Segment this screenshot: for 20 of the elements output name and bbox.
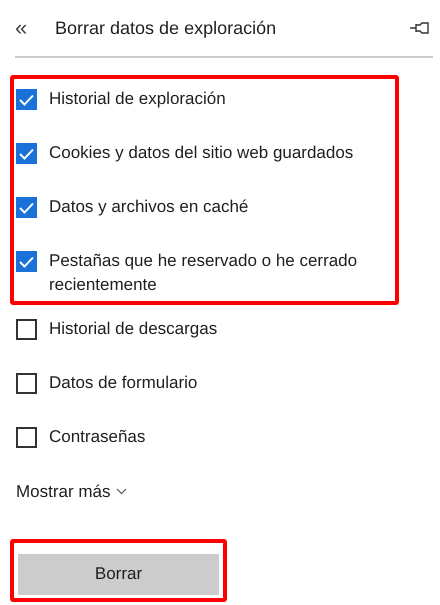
- option-label: Pestañas que he reservado o he cerrado recientemente: [49, 250, 358, 296]
- checkbox[interactable]: [16, 319, 37, 340]
- chevron-down-icon: [116, 488, 128, 496]
- checkbox[interactable]: [16, 427, 37, 448]
- option-label: Datos de formulario: [49, 372, 198, 394]
- clear-button[interactable]: Borrar: [18, 554, 219, 594]
- panel-title: Borrar datos de exploración: [55, 16, 276, 40]
- checkbox[interactable]: [16, 373, 37, 394]
- option-label: Contraseñas: [49, 426, 146, 448]
- checkbox[interactable]: [16, 89, 37, 110]
- option-label: Historial de exploración: [49, 88, 226, 110]
- pin-icon[interactable]: [409, 22, 429, 34]
- option-label: Historial de descargas: [49, 318, 218, 340]
- option-label: Cookies y datos del sitio web guardados: [49, 142, 354, 164]
- checkbox[interactable]: [16, 197, 37, 218]
- show-more-link[interactable]: Mostrar más: [16, 479, 128, 504]
- checkbox[interactable]: [16, 143, 37, 164]
- back-button[interactable]: «: [15, 17, 55, 39]
- checkbox[interactable]: [16, 251, 37, 272]
- option-label: Datos y archivos en caché: [49, 196, 248, 218]
